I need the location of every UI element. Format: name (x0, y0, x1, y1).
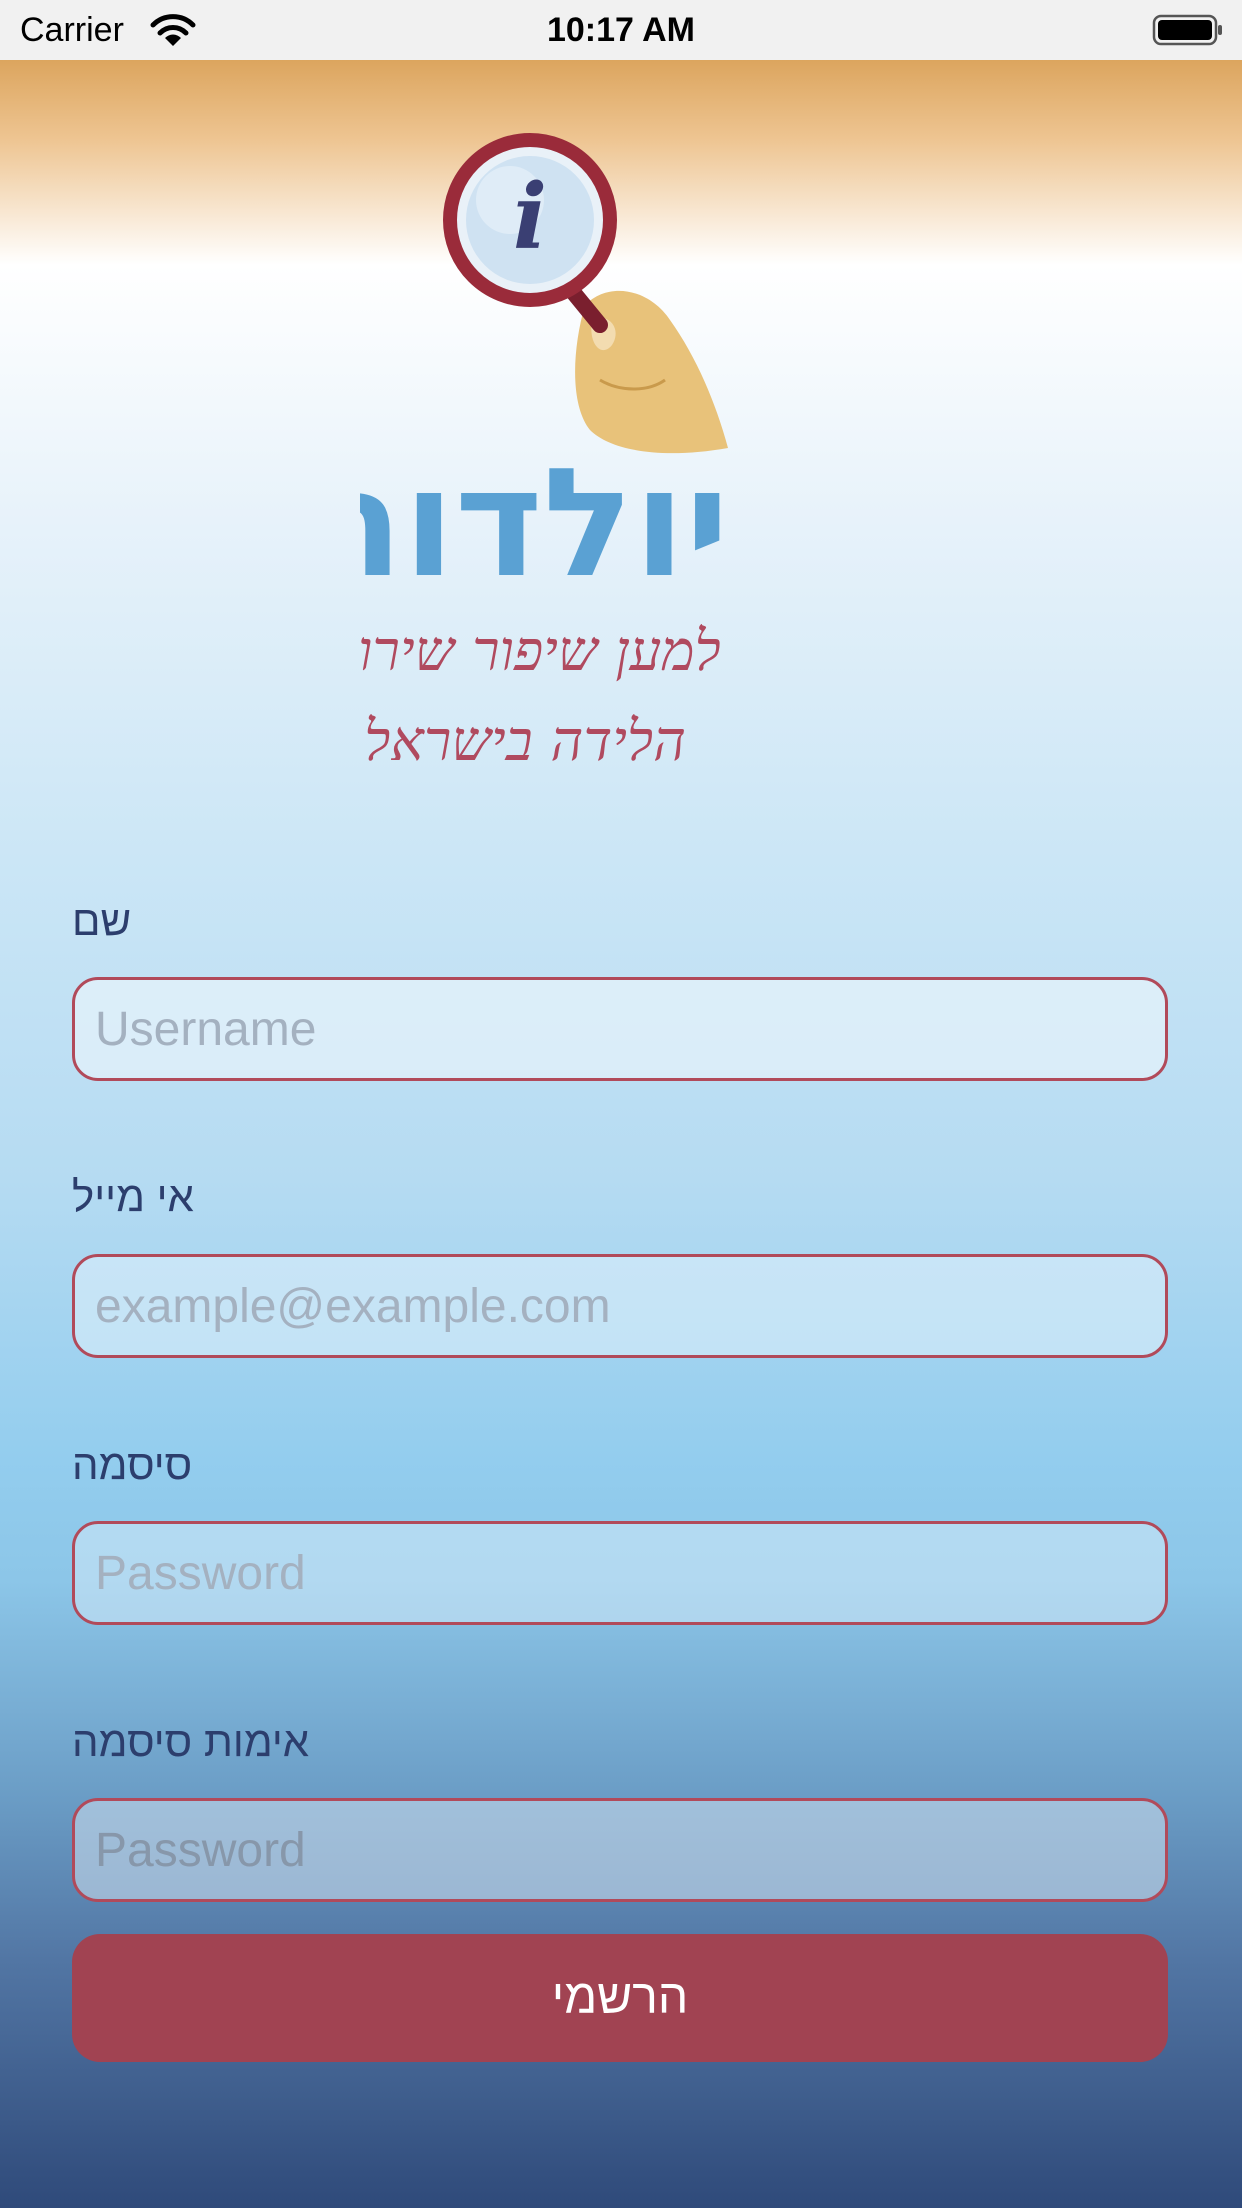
username-input[interactable] (72, 977, 1168, 1081)
status-bar: Carrier 10:17 AM (0, 0, 1242, 60)
magnifier-info-icon: i יולדות למען שיפור שירותי הלידה בישראל (360, 133, 729, 774)
name-label: שם (72, 897, 132, 944)
battery-icon (1152, 14, 1222, 46)
confirm-password-input[interactable] (72, 1798, 1168, 1902)
tagline-line2: הלידה בישראל (364, 709, 686, 774)
status-time: 10:17 AM (546, 11, 696, 49)
email-label: אי מייל (72, 1173, 194, 1220)
password-input[interactable] (72, 1521, 1168, 1625)
register-button[interactable]: הרשמי (72, 1934, 1168, 2062)
brand-name: יולדות (360, 437, 729, 611)
password-label: סיסמה (72, 1441, 193, 1488)
tagline-line1: למען שיפור שירותי (360, 619, 721, 684)
yoldot-logo: i יולדות למען שיפור שירותי הלידה בישראל (360, 130, 900, 810)
svg-text:i: i (513, 164, 547, 270)
confirm-password-label: אימות סיסמה (72, 1718, 310, 1765)
email-input[interactable] (72, 1254, 1168, 1358)
